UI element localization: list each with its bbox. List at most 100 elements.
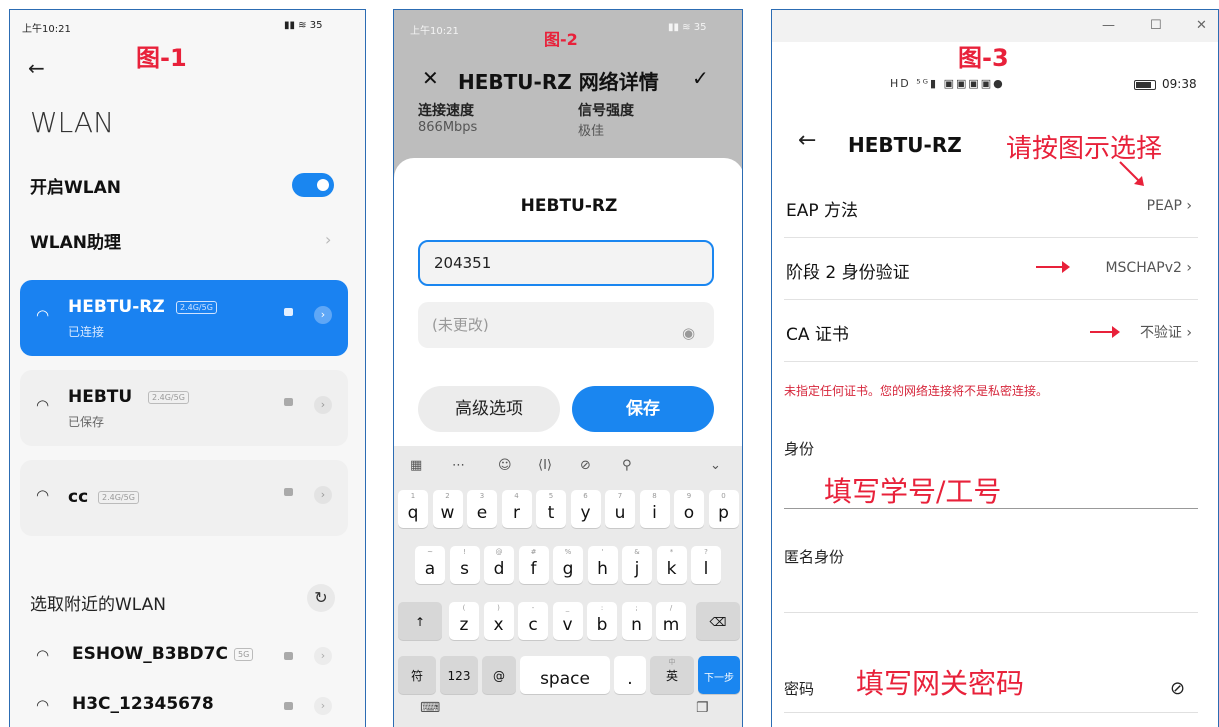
key[interactable]: % g (553, 546, 583, 584)
band-badge: 2.4G/5G (176, 301, 217, 314)
key-label: u (614, 503, 626, 523)
key[interactable]: & j (622, 546, 652, 584)
back-arrow-icon[interactable]: ← (28, 56, 45, 80)
backspace-key[interactable]: ⌫ (696, 602, 740, 640)
key-hint: 4 (514, 492, 519, 500)
key[interactable]: -c (518, 602, 548, 640)
key[interactable]: @ d (484, 546, 514, 584)
key[interactable]: _ v (552, 602, 583, 640)
back-arrow-icon[interactable]: ← (798, 128, 816, 153)
network-detail-button[interactable]: › (314, 486, 332, 504)
status-icons: HD ⁵ᴳ▮ ▣▣▣▣● (890, 77, 1005, 90)
key-hint: ' (601, 548, 604, 556)
key[interactable]: ; n (621, 602, 652, 640)
status-time: 09:38 (1162, 77, 1197, 91)
status-time: 上午10:21 (410, 26, 459, 37)
soft-keyboard: ▦ ⋯ ☺ ⟨I⟩ ⊘ ⚲ ⌄ 1 q 2 w 3 e 4 r 5 t 6 y 7 u 8 i 9 o 0 p ~ a! s… (394, 446, 742, 727)
nearby-network-item[interactable]: ◠ ESHOW_B3BD7C 5G › (30, 636, 350, 676)
maximize-icon[interactable]: ☐ (1150, 18, 1162, 33)
wlan-toggle[interactable] (292, 173, 334, 197)
key[interactable]: 4r (501, 490, 532, 528)
eap-method-option[interactable]: EAP 方法 PEAP › (784, 178, 1198, 238)
key[interactable]: 7u (605, 490, 635, 528)
key[interactable]: :b (587, 602, 617, 640)
at-key[interactable]: @ (482, 656, 516, 694)
key[interactable]: # f (518, 546, 549, 584)
ca-certificate-option[interactable]: CA 证书 不验证 › (784, 302, 1198, 362)
key[interactable]: 5t (536, 490, 566, 528)
identity-input-underline[interactable] (784, 508, 1198, 509)
key[interactable]: (z (449, 602, 479, 640)
network-card-hebtu-rz[interactable]: ◠ HEBTU-RZ 2.4G/5G 已连接 › (20, 280, 348, 356)
clipboard-link-icon[interactable]: ⊘ (580, 458, 591, 473)
key-hint: ) (497, 604, 500, 612)
key[interactable]: ~ a (415, 546, 445, 584)
key[interactable]: ) x (483, 602, 514, 640)
anonymous-input-underline[interactable] (784, 612, 1198, 613)
refresh-icon[interactable]: ↻ (307, 584, 335, 612)
key[interactable]: 3e (467, 490, 497, 528)
network-card-cc[interactable]: ◠ cc 2.4G/5G › (20, 460, 348, 536)
close-icon[interactable]: ✕ (422, 66, 439, 90)
key[interactable]: 8i (639, 490, 670, 528)
network-ssid: HEBTU (68, 387, 133, 407)
identity-input[interactable]: 204351 (418, 240, 714, 286)
cursor-icon[interactable]: ⟨I⟩ (538, 458, 552, 473)
key[interactable]: 9o (674, 490, 704, 528)
network-detail-button[interactable]: › (314, 647, 332, 665)
password-note: 填写网关密码 (856, 667, 1025, 700)
keyboard-layout-icon[interactable]: ⋯ (452, 458, 465, 473)
key-hint: 0 (721, 492, 726, 500)
key[interactable]: * k (656, 546, 687, 584)
key[interactable]: ? l (691, 546, 721, 584)
key[interactable]: 2w (432, 490, 463, 528)
period-key[interactable]: . (614, 656, 646, 694)
status-icons: ▮▮ ≋ 35 (284, 20, 323, 31)
key[interactable]: 1q (398, 490, 428, 528)
language-key[interactable]: 中英 (650, 656, 694, 694)
password-input-underline[interactable] (784, 712, 1198, 713)
eye-off-icon[interactable]: ⊘ (1170, 678, 1185, 699)
network-detail-button[interactable]: › (314, 306, 332, 324)
advanced-options-button[interactable]: 高级选项 (418, 386, 560, 432)
annotation-arrow-icon (1090, 326, 1120, 338)
eye-icon[interactable]: ◉ (682, 324, 695, 342)
search-icon[interactable]: ⚲ (622, 458, 632, 473)
emoji-icon[interactable]: ☺ (498, 458, 512, 473)
key-label: x (493, 615, 504, 635)
keyboard-icon[interactable]: ⌨ (420, 700, 440, 716)
password-input[interactable]: (未更改) (418, 302, 714, 348)
wlan-assistant-label[interactable]: WLAN助理 (30, 228, 121, 253)
nearby-network-item[interactable]: ◠ H3C_12345678 › (30, 686, 350, 726)
symbol-key[interactable]: 符 (398, 656, 436, 694)
save-button[interactable]: 保存 (572, 386, 714, 432)
space-key[interactable]: space (520, 656, 610, 694)
clipboard-icon[interactable]: ❐ (696, 700, 709, 716)
key-label: p (718, 503, 729, 523)
key-label: j (634, 559, 640, 579)
key[interactable]: / m (656, 602, 686, 640)
network-card-hebtu[interactable]: ◠ HEBTU 2.4G/5G 已保存 › (20, 370, 348, 446)
key-label: i (652, 503, 657, 523)
check-icon[interactable]: ✓ (692, 66, 709, 90)
close-icon[interactable]: ✕ (1196, 18, 1207, 33)
shift-key[interactable]: ↑ (398, 602, 442, 640)
phase2-auth-option[interactable]: 阶段 2 身份验证 MSCHAPv2 › (784, 240, 1198, 300)
key[interactable]: 6y (570, 490, 601, 528)
key-hint: _ (565, 604, 570, 612)
chevron-down-icon[interactable]: ⌄ (710, 458, 721, 473)
network-detail-button[interactable]: › (314, 396, 332, 414)
identity-note: 填写学号/工号 (824, 475, 1002, 508)
key[interactable]: 0p (708, 490, 739, 528)
key-label: m (662, 615, 680, 635)
network-detail-button[interactable]: › (314, 697, 332, 715)
key[interactable]: ! s (449, 546, 480, 584)
minimize-icon[interactable]: — (1102, 18, 1115, 33)
number-key[interactable]: 123 (440, 656, 478, 694)
grid-icon[interactable]: ▦ (410, 458, 422, 473)
key-label: e (476, 503, 488, 523)
next-key[interactable]: 下一步 (698, 656, 740, 694)
key[interactable]: ' h (587, 546, 618, 584)
key-label: w (440, 503, 455, 523)
key-hint: 中 (668, 658, 676, 666)
